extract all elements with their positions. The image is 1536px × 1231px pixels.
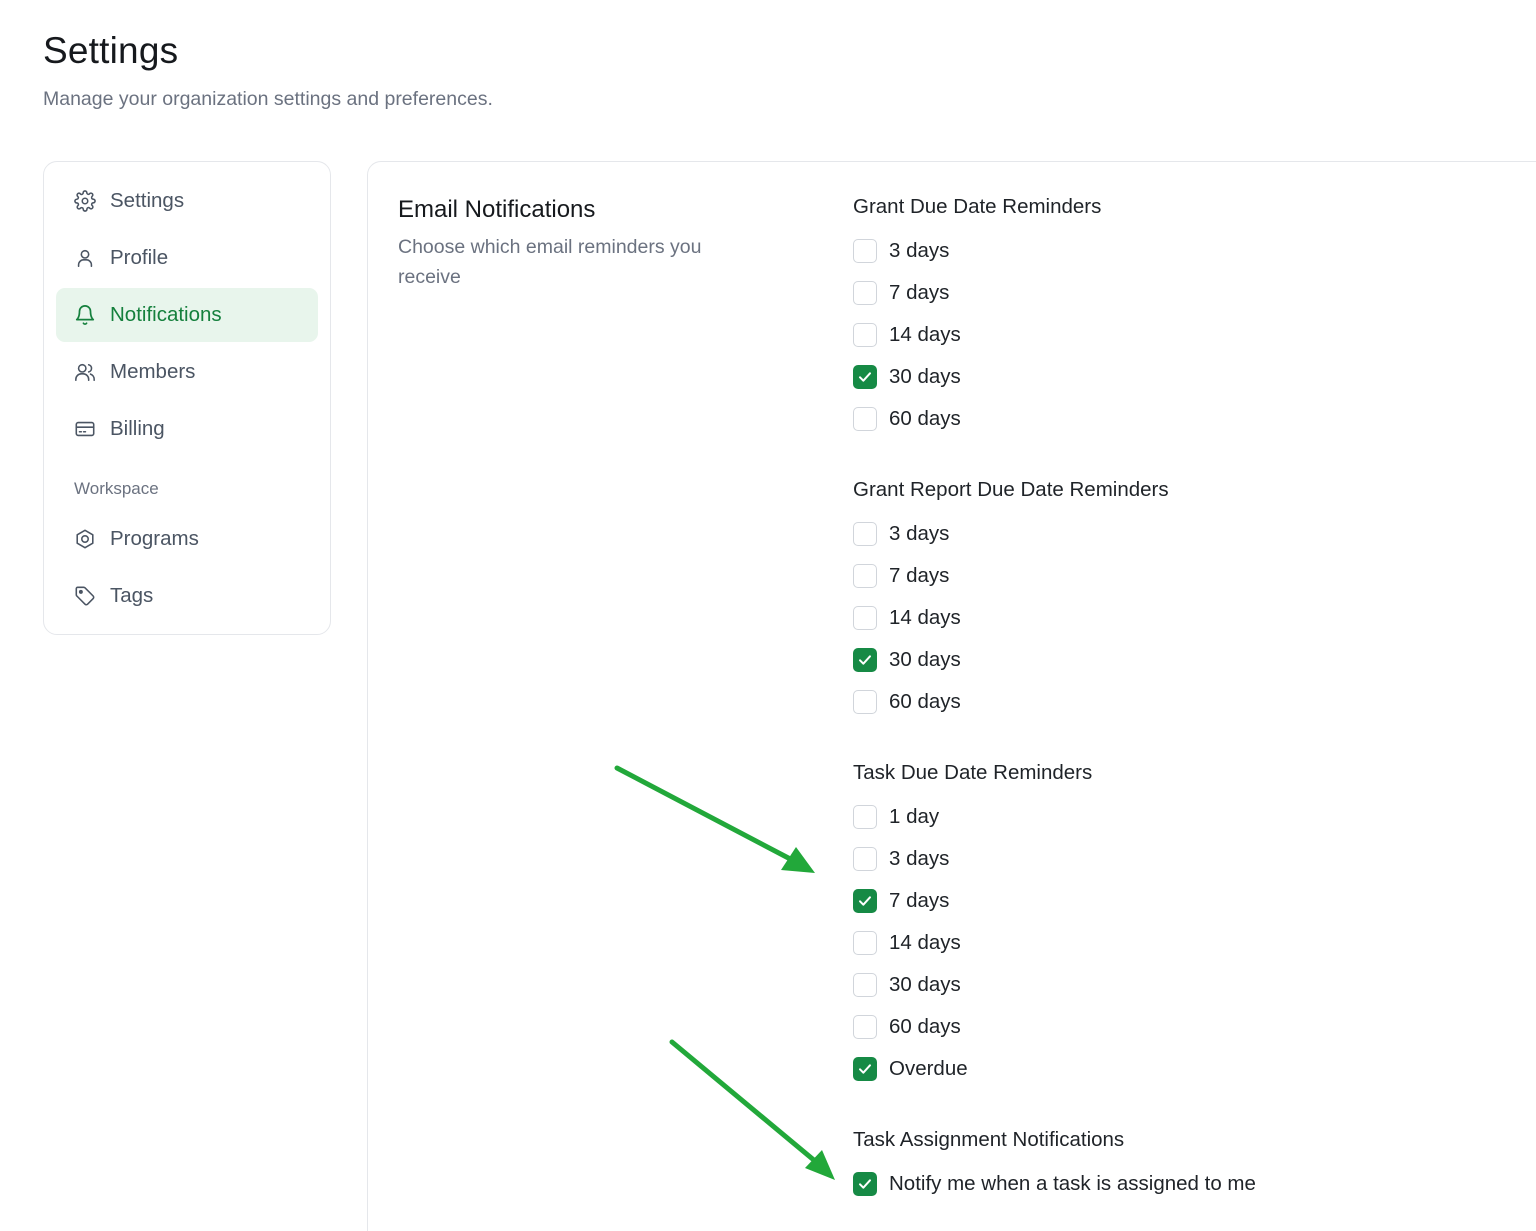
reminder-group-title: Task Due Date Reminders bbox=[853, 761, 1093, 784]
reminder-group: Grant Due Date Reminders 3 days 7 days 14 d… bbox=[853, 192, 1493, 440]
reminder-option[interactable]: 60 days bbox=[853, 1006, 1493, 1048]
email-notifications-card: Email Notifications Choose which email r… bbox=[367, 161, 1536, 1231]
reminder-group-title: Grant Due Date Reminders bbox=[853, 195, 1102, 218]
reminder-option-label: Overdue bbox=[889, 1057, 968, 1080]
reminder-option[interactable]: 30 days bbox=[853, 639, 1493, 681]
sidebar-item-label: Programs bbox=[110, 527, 199, 550]
reminder-option[interactable]: 14 days bbox=[853, 922, 1493, 964]
reminder-group: Task Assignment Notifications Notify me w… bbox=[853, 1125, 1493, 1205]
reminder-groups: Grant Due Date Reminders 3 days 7 days 14 d… bbox=[853, 192, 1493, 1231]
checkbox-checked[interactable] bbox=[853, 648, 877, 672]
check-icon bbox=[859, 372, 871, 382]
sidebar-item-programs[interactable]: Programs bbox=[56, 512, 318, 566]
reminder-option-label: 30 days bbox=[889, 648, 961, 671]
reminder-option-label: 7 days bbox=[889, 889, 950, 912]
check-icon bbox=[859, 896, 871, 906]
tag-icon bbox=[74, 585, 96, 607]
reminder-option[interactable]: 14 days bbox=[853, 597, 1493, 639]
gear-icon bbox=[74, 190, 96, 212]
checkbox-unchecked[interactable] bbox=[853, 690, 877, 714]
page-subtitle: Manage your organization settings and pr… bbox=[43, 88, 493, 110]
users-icon bbox=[74, 361, 96, 383]
reminder-option-label: 7 days bbox=[889, 281, 950, 304]
reminder-option[interactable]: 60 days bbox=[853, 398, 1493, 440]
settings-sidebar: Settings Profile Notifications Members B… bbox=[43, 161, 331, 635]
hexagon-icon bbox=[74, 528, 96, 550]
checkbox-unchecked[interactable] bbox=[853, 407, 877, 431]
sidebar-item-label: Billing bbox=[110, 417, 165, 440]
sidebar-item-profile[interactable]: Profile bbox=[56, 231, 318, 285]
reminder-option[interactable]: Notify me when a task is assigned to me bbox=[853, 1163, 1493, 1205]
check-icon bbox=[859, 1179, 871, 1189]
reminder-option[interactable]: 60 days bbox=[853, 681, 1493, 723]
reminder-option-label: 1 day bbox=[889, 805, 940, 828]
card-description: Choose which email reminders you receive bbox=[398, 236, 702, 288]
sidebar-item-label: Tags bbox=[110, 584, 154, 607]
credit-card-icon bbox=[74, 418, 96, 440]
reminder-option[interactable]: 3 days bbox=[853, 513, 1493, 555]
reminder-option[interactable]: 3 days bbox=[853, 230, 1493, 272]
sidebar-item-notifications[interactable]: Notifications bbox=[56, 288, 318, 342]
sidebar-item-label: Notifications bbox=[110, 303, 222, 326]
sidebar-section-workspace: Workspace bbox=[74, 479, 159, 498]
reminder-option[interactable]: 7 days bbox=[853, 555, 1493, 597]
page-header: Settings Manage your organization settin… bbox=[43, 30, 493, 111]
check-icon bbox=[859, 655, 871, 665]
checkbox-unchecked[interactable] bbox=[853, 239, 877, 263]
check-icon bbox=[859, 1064, 871, 1074]
reminder-option[interactable]: Overdue bbox=[853, 1048, 1493, 1090]
reminder-group-title: Task Assignment Notifications bbox=[853, 1128, 1125, 1151]
reminder-group-title: Grant Report Due Date Reminders bbox=[853, 478, 1169, 501]
checkbox-unchecked[interactable] bbox=[853, 973, 877, 997]
reminder-option[interactable]: 30 days bbox=[853, 964, 1493, 1006]
sidebar-item-label: Members bbox=[110, 360, 196, 383]
sidebar-item-members[interactable]: Members bbox=[56, 345, 318, 399]
checkbox-unchecked[interactable] bbox=[853, 281, 877, 305]
reminder-option-label: 60 days bbox=[889, 1015, 961, 1038]
reminder-group: Task Due Date Reminders 1 day 3 days 7 days… bbox=[853, 758, 1493, 1090]
reminder-option-label: 14 days bbox=[889, 606, 961, 629]
checkbox-checked[interactable] bbox=[853, 1057, 877, 1081]
reminder-option-label: 14 days bbox=[889, 931, 961, 954]
checkbox-unchecked[interactable] bbox=[853, 522, 877, 546]
checkbox-checked[interactable] bbox=[853, 1172, 877, 1196]
reminder-option-label: 60 days bbox=[889, 407, 961, 430]
reminder-option[interactable]: 7 days bbox=[853, 272, 1493, 314]
reminder-option-label: 3 days bbox=[889, 239, 950, 262]
user-icon bbox=[74, 247, 96, 269]
checkbox-unchecked[interactable] bbox=[853, 606, 877, 630]
reminder-option[interactable]: 3 days bbox=[853, 838, 1493, 880]
card-title: Email Notifications bbox=[398, 196, 596, 223]
sidebar-item-label: Settings bbox=[110, 189, 185, 212]
reminder-option-label: 3 days bbox=[889, 522, 950, 545]
checkbox-unchecked[interactable] bbox=[853, 805, 877, 829]
reminder-option-label: Notify me when a task is assigned to me bbox=[889, 1172, 1256, 1195]
reminder-option[interactable]: 7 days bbox=[853, 880, 1493, 922]
sidebar-item-label: Profile bbox=[110, 246, 169, 269]
checkbox-checked[interactable] bbox=[853, 365, 877, 389]
checkbox-unchecked[interactable] bbox=[853, 847, 877, 871]
reminder-option-label: 7 days bbox=[889, 564, 950, 587]
reminder-option-label: 14 days bbox=[889, 323, 961, 346]
reminder-option[interactable]: 1 day bbox=[853, 796, 1493, 838]
checkbox-unchecked[interactable] bbox=[853, 1015, 877, 1039]
bell-icon bbox=[74, 304, 96, 326]
reminder-group: Grant Report Due Date Reminders 3 days 7 d… bbox=[853, 475, 1493, 723]
sidebar-item-tags[interactable]: Tags bbox=[56, 569, 318, 623]
reminder-option[interactable]: 30 days bbox=[853, 356, 1493, 398]
reminder-option-label: 60 days bbox=[889, 690, 961, 713]
page-title: Settings bbox=[43, 30, 179, 71]
checkbox-checked[interactable] bbox=[853, 889, 877, 913]
reminder-option-label: 3 days bbox=[889, 847, 950, 870]
sidebar-item-billing[interactable]: Billing bbox=[56, 402, 318, 456]
checkbox-unchecked[interactable] bbox=[853, 323, 877, 347]
reminder-option-label: 30 days bbox=[889, 365, 961, 388]
reminder-option[interactable]: 14 days bbox=[853, 314, 1493, 356]
card-intro: Email Notifications Choose which email r… bbox=[398, 196, 758, 292]
reminder-option-label: 30 days bbox=[889, 973, 961, 996]
checkbox-unchecked[interactable] bbox=[853, 931, 877, 955]
checkbox-unchecked[interactable] bbox=[853, 564, 877, 588]
sidebar-item-settings[interactable]: Settings bbox=[56, 174, 318, 228]
